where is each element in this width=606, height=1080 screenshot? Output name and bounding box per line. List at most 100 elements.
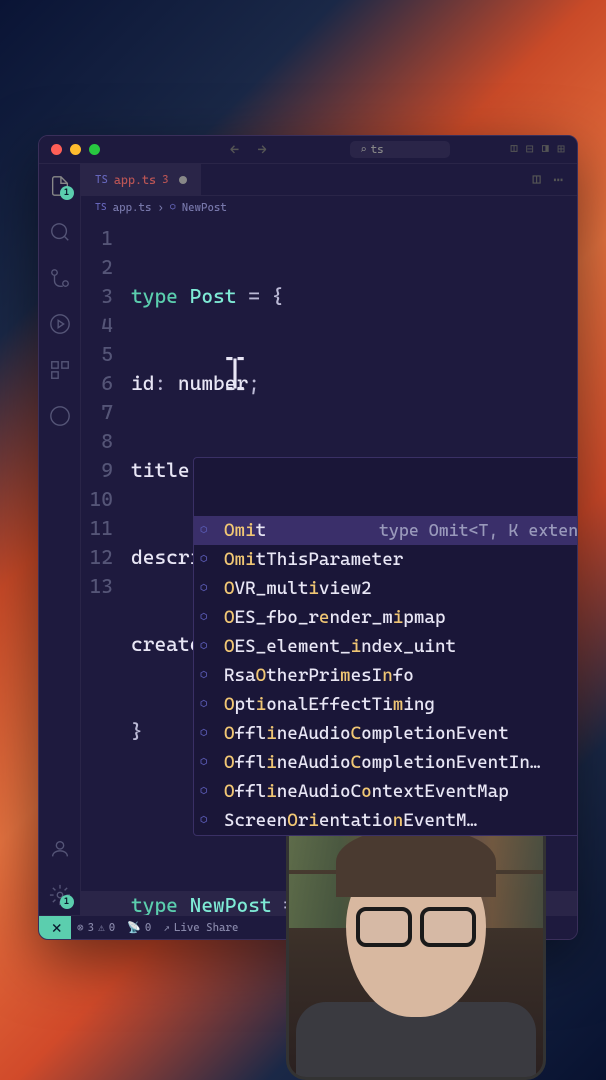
autocomplete-label: ScreenOrientationEventM… — [224, 806, 577, 835]
symbol-type-icon: ⬡ — [200, 632, 218, 661]
autocomplete-item[interactable]: ⬡OmitThisParameter — [194, 545, 577, 574]
command-center[interactable]: ⌕ ts — [350, 141, 450, 158]
vscode-window: ← → ⌕ ts ◫ ⊟ ◨ ⊞ 1 — [38, 135, 578, 940]
explorer-icon[interactable]: 1 — [48, 174, 72, 198]
source-control-icon[interactable] — [48, 266, 72, 290]
autocomplete-label: OVR_multiview2 — [224, 574, 577, 603]
symbol-type-icon: ⬡ — [200, 516, 218, 545]
editor-group: TS app.ts 3 ◫ ⋯ TS app.ts › ⬡ NewPost — [81, 164, 577, 915]
layout-controls: ◫ ⊟ ◨ ⊞ — [510, 142, 565, 157]
breadcrumb-file: app.ts — [113, 201, 152, 214]
github-icon[interactable] — [48, 404, 72, 428]
code-line[interactable]: id: number; — [131, 369, 577, 398]
symbol-type-icon: ⬡ — [200, 603, 218, 632]
line-number[interactable]: 13 — [81, 572, 113, 601]
line-number[interactable]: 1 — [81, 224, 113, 253]
line-number[interactable]: 9 — [81, 456, 113, 485]
autocomplete-label: OfflineAudioCompletionEvent — [224, 719, 577, 748]
maximize-window[interactable] — [89, 144, 100, 155]
autocomplete-item[interactable]: ⬡Omittype Omit<T, K extends … — [194, 516, 577, 545]
activity-bar: 1 1 — [39, 164, 81, 915]
problems-status[interactable]: ⊗ 3 ⚠ 0 — [71, 921, 121, 934]
code-content[interactable]: type Post = { id: number; title: string;… — [131, 218, 577, 915]
search-sidebar-icon[interactable] — [48, 220, 72, 244]
settings-badge: 1 — [60, 895, 74, 909]
autocomplete-label: RsaOtherPrimesInfo — [224, 661, 577, 690]
panel-right-icon[interactable]: ◨ — [542, 142, 550, 157]
debug-icon[interactable] — [48, 312, 72, 336]
radio-icon: 📡 — [127, 921, 141, 934]
ports-status[interactable]: 📡 0 — [121, 921, 157, 934]
editor-actions: ◫ ⋯ — [532, 170, 577, 189]
code-editor[interactable]: 1 2 3 4 5 6 7 8 9 10 11 12 13 type Post … — [81, 218, 577, 915]
autocomplete-item[interactable]: ⬡OVR_multiview2 — [194, 574, 577, 603]
panel-bottom-icon[interactable]: ⊟ — [526, 142, 534, 157]
explorer-badge: 1 — [60, 186, 74, 200]
tab-filename: app.ts — [114, 173, 156, 187]
autocomplete-item[interactable]: ⬡OfflineAudioCompletionEvent — [194, 719, 577, 748]
search-text: ts — [371, 143, 384, 156]
tab-problem-count: 3 — [162, 173, 168, 186]
autocomplete-label: OES_fbo_render_mipmap — [224, 603, 577, 632]
split-editor-icon[interactable]: ◫ — [532, 170, 541, 189]
nav-arrows: ← → — [230, 140, 267, 159]
autocomplete-item[interactable]: ⬡RsaOtherPrimesInfo — [194, 661, 577, 690]
symbol-icon: ⬡ — [170, 202, 176, 213]
autocomplete-label: OES_element_index_uint — [224, 632, 577, 661]
line-number[interactable]: 2 — [81, 253, 113, 282]
minimize-window[interactable] — [70, 144, 81, 155]
symbol-type-icon: ⬡ — [200, 777, 218, 806]
unsaved-indicator-icon — [179, 176, 187, 184]
file-tab[interactable]: TS app.ts 3 — [81, 164, 201, 195]
customize-layout-icon[interactable]: ⊞ — [557, 142, 565, 157]
title-bar: ← → ⌕ ts ◫ ⊟ ◨ ⊞ — [39, 136, 577, 164]
extensions-icon[interactable] — [48, 358, 72, 382]
symbol-type-icon: ⬡ — [200, 545, 218, 574]
symbol-type-icon: ⬡ — [200, 748, 218, 777]
line-number[interactable]: 11 — [81, 514, 113, 543]
chevron-right-icon: › — [157, 201, 163, 214]
autocomplete-label: OmitThisParameter — [224, 545, 577, 574]
settings-icon[interactable]: 1 — [48, 883, 72, 907]
account-icon[interactable] — [48, 837, 72, 861]
live-share-status[interactable]: ↗ Live Share — [157, 921, 244, 934]
tab-bar: TS app.ts 3 ◫ ⋯ — [81, 164, 577, 196]
autocomplete-item[interactable]: ⬡OfflineAudioCompletionEventIn… — [194, 748, 577, 777]
line-number[interactable]: 6 — [81, 369, 113, 398]
nav-back-icon[interactable]: ← — [230, 140, 239, 159]
live-share-icon: ↗ — [163, 921, 170, 934]
line-number[interactable]: 12 — [81, 543, 113, 572]
autocomplete-item[interactable]: ⬡OfflineAudioContextEventMap — [194, 777, 577, 806]
panel-left-icon[interactable]: ◫ — [510, 142, 518, 157]
typescript-file-icon: TS — [95, 202, 107, 213]
line-number[interactable]: 4 — [81, 311, 113, 340]
line-number[interactable]: 7 — [81, 398, 113, 427]
breadcrumb[interactable]: TS app.ts › ⬡ NewPost — [81, 196, 577, 218]
code-line[interactable]: type Post = { — [131, 282, 577, 311]
autocomplete-label: Omit — [224, 516, 379, 545]
line-number[interactable]: 8 — [81, 427, 113, 456]
autocomplete-item[interactable]: ⬡OES_fbo_render_mipmap — [194, 603, 577, 632]
more-actions-icon[interactable]: ⋯ — [553, 170, 563, 189]
remote-indicator[interactable] — [39, 916, 71, 940]
symbol-type-icon: ⬡ — [200, 719, 218, 748]
autocomplete-item[interactable]: ⬡ScreenOrientationEventM… — [194, 806, 577, 835]
typescript-file-icon: TS — [95, 173, 108, 186]
autocomplete-item[interactable]: ⬡OES_element_index_uint — [194, 632, 577, 661]
autocomplete-hint: type Omit<T, K extends … — [379, 516, 577, 545]
symbol-type-icon: ⬡ — [200, 661, 218, 690]
autocomplete-item[interactable]: ⬡OptionalEffectTiming — [194, 690, 577, 719]
gutter: 1 2 3 4 5 6 7 8 9 10 11 12 13 — [81, 218, 131, 915]
autocomplete-popup[interactable]: ⬡Omittype Omit<T, K extends …⬡OmitThisPa… — [193, 457, 577, 836]
line-number[interactable]: 3 — [81, 282, 113, 311]
line-number[interactable]: 5 — [81, 340, 113, 369]
symbol-type-icon: ⬡ — [200, 574, 218, 603]
mouse-text-cursor-icon — [221, 356, 249, 391]
error-icon: ⊗ — [77, 921, 84, 934]
line-number[interactable]: 10 — [81, 485, 113, 514]
window-controls — [51, 144, 100, 155]
close-window[interactable] — [51, 144, 62, 155]
minimap[interactable] — [542, 278, 577, 478]
editor-body: 1 1 — [39, 164, 577, 915]
nav-forward-icon[interactable]: → — [257, 140, 266, 159]
